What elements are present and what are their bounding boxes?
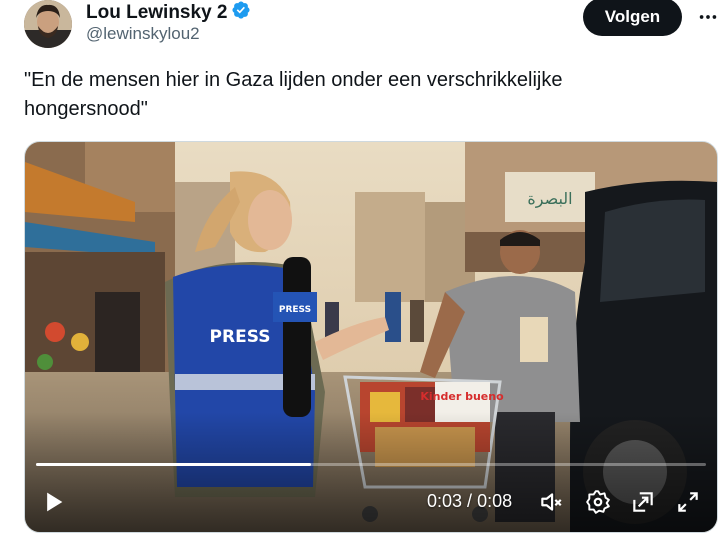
tweet-text: "En de mensen hier in Gaza lijden onder …: [24, 69, 563, 120]
package-label-text: Kinder bueno: [420, 390, 504, 403]
author-display-name[interactable]: Lou Lewinsky 2: [86, 2, 227, 24]
video-progress-bar[interactable]: [36, 463, 706, 466]
follow-button[interactable]: Volgen: [583, 0, 682, 36]
current-time: 0:03: [427, 491, 463, 511]
duration: 0:08: [477, 491, 513, 511]
vest-press-text: PRESS: [210, 327, 271, 347]
author-handle[interactable]: @lewinskylou2: [86, 24, 200, 44]
video-player[interactable]: البصرة Kinder bueno PRESS PRESS 0:03 / 0…: [24, 141, 718, 533]
more-icon[interactable]: [695, 4, 721, 30]
pip-icon[interactable]: [630, 489, 656, 515]
mute-icon[interactable]: [538, 489, 564, 515]
mic-press-text: PRESS: [279, 305, 311, 315]
shop-sign-text: البصرة: [527, 189, 572, 209]
video-time: 0:03 / 0:08: [427, 491, 512, 512]
time-separator: /: [462, 491, 478, 511]
video-progress-fill: [36, 463, 311, 466]
video-controls: 0:03 / 0:08: [25, 472, 717, 532]
fullscreen-icon[interactable]: [675, 489, 701, 515]
author-name-row[interactable]: Lou Lewinsky 2: [86, 0, 251, 25]
play-icon[interactable]: [39, 488, 67, 516]
avatar[interactable]: [24, 0, 72, 48]
settings-icon[interactable]: [585, 489, 611, 515]
verified-badge-icon: [231, 0, 251, 25]
